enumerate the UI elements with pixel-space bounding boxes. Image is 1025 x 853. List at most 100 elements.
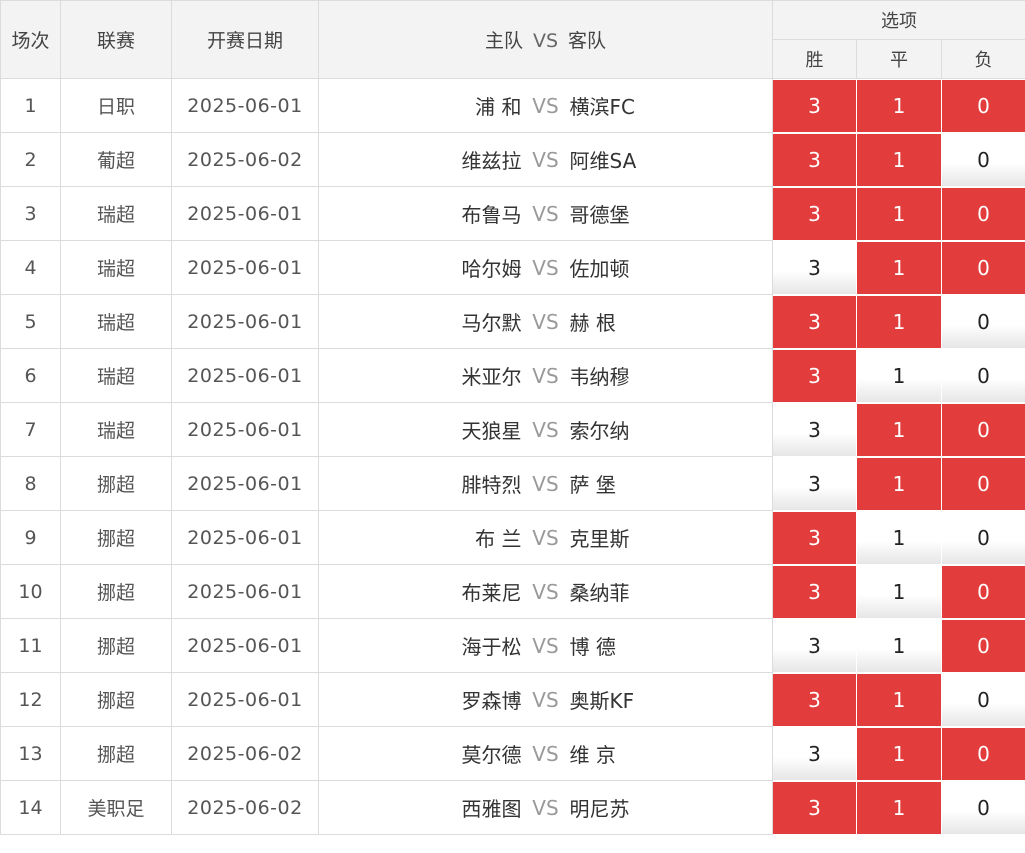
option-draw[interactable]: 1 — [856, 510, 942, 565]
option-draw[interactable]: 1 — [856, 348, 942, 403]
option-lose-value: 0 — [942, 457, 1025, 510]
header-league: 联赛 — [60, 0, 172, 79]
option-draw-value: 1 — [857, 79, 941, 132]
option-lose[interactable]: 0 — [940, 240, 1025, 295]
option-win-value: 3 — [773, 349, 856, 402]
option-win[interactable]: 3 — [772, 780, 857, 835]
option-lose[interactable]: 0 — [940, 564, 1025, 619]
option-draw[interactable]: 1 — [856, 564, 942, 619]
match-row: 9 挪超 2025-06-01 布 兰 VS 克里斯 3 1 0 — [0, 510, 1025, 565]
vs-label: VS — [532, 255, 559, 280]
match-index: 4 — [0, 240, 61, 295]
option-win[interactable]: 3 — [772, 294, 857, 349]
header-home: 主队 — [484, 30, 523, 52]
match-row: 12 挪超 2025-06-01 罗森博 VS 奥斯KF 3 1 0 — [0, 672, 1025, 727]
option-win[interactable]: 3 — [772, 672, 857, 727]
option-lose-value: 0 — [942, 403, 1025, 456]
option-draw-value: 1 — [857, 133, 941, 186]
option-win-value: 3 — [773, 727, 856, 780]
option-draw[interactable]: 1 — [856, 672, 942, 727]
match-row: 13 挪超 2025-06-02 莫尔德 VS 维 京 310 — [0, 726, 1025, 781]
away-team: 阿维SA — [569, 149, 637, 173]
option-win-value: 3 — [773, 781, 856, 834]
option-lose[interactable]: 0 — [940, 186, 1025, 241]
option-draw[interactable]: 1 — [856, 294, 942, 349]
match-index: 1 — [0, 78, 61, 133]
option-win[interactable]: 3 — [772, 456, 857, 511]
option-draw-value: 1 — [857, 457, 941, 510]
option-draw[interactable]: 1 — [856, 780, 942, 835]
option-lose[interactable]: 0 — [940, 402, 1025, 457]
vs-label: VS — [532, 417, 559, 442]
match-row: 3 瑞超 2025-06-01 布鲁马 VS 哥德堡 3 1 0 — [0, 186, 1025, 241]
option-win[interactable]: 3 — [772, 618, 857, 673]
option-draw[interactable]: 1 — [856, 240, 942, 295]
option-draw-value: 1 — [857, 673, 941, 726]
option-win[interactable]: 3 — [772, 726, 857, 781]
vs-label: VS — [532, 309, 559, 334]
option-lose-value: 0 — [942, 565, 1025, 618]
vs-label: VS — [532, 471, 559, 496]
match-index: 8 — [0, 456, 61, 511]
option-lose[interactable]: 0 — [940, 672, 1025, 727]
option-draw[interactable]: 1 — [856, 132, 942, 187]
match-teams: 西雅图 VS 明尼苏 — [318, 780, 773, 835]
match-index: 5 — [0, 294, 61, 349]
option-lose[interactable]: 0 — [940, 726, 1025, 781]
home-team: 腓特烈 — [461, 473, 522, 497]
option-lose[interactable]: 0 — [940, 294, 1025, 349]
match-row: 5 瑞超 2025-06-01 马尔默 VS 赫 根 310 — [0, 294, 1025, 349]
option-lose[interactable]: 0 — [940, 780, 1025, 835]
option-lose-value: 0 — [942, 79, 1025, 132]
option-draw[interactable]: 1 — [856, 456, 942, 511]
match-row: 4 瑞超 2025-06-01 哈尔姆 VS 佐加顿 3 1 0 — [0, 240, 1025, 295]
option-win[interactable]: 3 — [772, 564, 857, 619]
option-win[interactable]: 3 — [772, 510, 857, 565]
option-lose[interactable]: 0 — [940, 348, 1025, 403]
match-date: 2025-06-01 — [171, 294, 319, 349]
match-date: 2025-06-01 — [171, 348, 319, 403]
option-draw[interactable]: 1 — [856, 186, 942, 241]
match-teams: 马尔默 VS 赫 根 — [318, 294, 773, 349]
away-team: 索尔纳 — [569, 419, 630, 443]
option-win-value: 3 — [773, 295, 856, 348]
away-team: 博 德 — [569, 635, 616, 659]
option-win[interactable]: 3 — [772, 132, 857, 187]
option-win[interactable]: 3 — [772, 186, 857, 241]
option-win[interactable]: 3 — [772, 78, 857, 133]
home-team: 米亚尔 — [461, 365, 522, 389]
option-lose[interactable]: 0 — [940, 78, 1025, 133]
league-name: 挪超 — [60, 618, 172, 673]
option-lose[interactable]: 0 — [940, 132, 1025, 187]
option-win[interactable]: 3 — [772, 348, 857, 403]
option-draw[interactable]: 1 — [856, 402, 942, 457]
match-date: 2025-06-02 — [171, 132, 319, 187]
header-options: 选项 — [771, 0, 1025, 40]
home-team: 布鲁马 — [461, 203, 522, 227]
match-date: 2025-06-01 — [171, 564, 319, 619]
league-name: 瑞超 — [60, 240, 172, 295]
option-lose[interactable]: 0 — [940, 456, 1025, 511]
option-draw-value: 1 — [857, 403, 941, 456]
away-team: 桑纳菲 — [569, 581, 630, 605]
option-draw[interactable]: 1 — [856, 726, 942, 781]
option-win-value: 3 — [773, 619, 856, 672]
home-team: 罗森博 — [461, 689, 522, 713]
away-team: 赫 根 — [569, 311, 616, 335]
option-win[interactable]: 3 — [772, 402, 857, 457]
match-row: 2 葡超 2025-06-02 维兹拉 VS 阿维SA 3 1 0 — [0, 132, 1025, 187]
match-index: 11 — [0, 618, 61, 673]
header-draw: 平 — [856, 39, 942, 79]
option-draw[interactable]: 1 — [856, 618, 942, 673]
option-win[interactable]: 3 — [772, 240, 857, 295]
vs-label: VS — [532, 93, 559, 118]
option-win-value: 3 — [773, 79, 856, 132]
option-win-value: 3 — [773, 241, 856, 294]
match-teams: 布莱尼 VS 桑纳菲 — [318, 564, 773, 619]
option-lose[interactable]: 0 — [940, 618, 1025, 673]
match-index: 3 — [0, 186, 61, 241]
option-lose[interactable]: 0 — [940, 510, 1025, 565]
home-team: 西雅图 — [461, 797, 522, 821]
option-draw[interactable]: 1 — [856, 78, 942, 133]
match-index: 6 — [0, 348, 61, 403]
